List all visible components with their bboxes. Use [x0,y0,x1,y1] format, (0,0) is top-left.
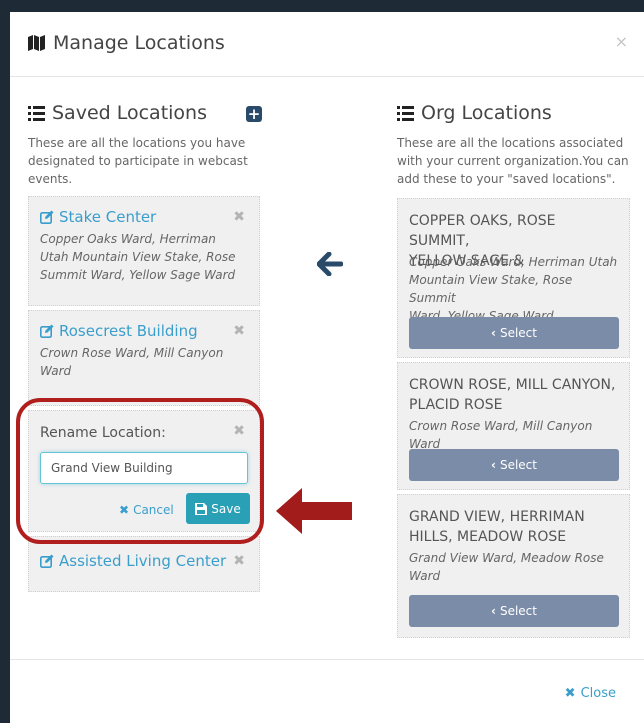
name-line: CROWN ROSE, MILL CANYON, [409,377,616,393]
wards-line: Mountain View Stake, Rose Summit [409,273,573,305]
window-frame-left [0,0,10,723]
manage-locations-modal: Manage Locations × Saved Locations + The… [10,12,644,723]
saved-locations-heading: Saved Locations [28,102,207,124]
edit-icon [40,210,54,224]
name-line: COPPER OAKS, ROSE SUMMIT, [409,213,556,249]
wards-line: Ward [40,364,72,378]
org-locations-heading-text: Org Locations [421,102,552,124]
close-button[interactable]: ✖ Close [565,686,616,701]
description-line: events. [28,172,73,186]
map-icon [28,35,45,51]
list-icon [28,105,45,121]
chevron-left-icon: ‹ [491,326,496,340]
select-location-button[interactable]: ‹ Select [409,317,619,349]
saved-location-wards: Crown Rose Ward, Mill Canyon Ward [40,344,236,380]
description-line: designated to participate in webcast [28,154,248,168]
remove-location-button[interactable]: ✖ [233,209,245,225]
org-location-wards: Grand View Ward, Meadow Rose Ward [409,549,619,585]
saved-location-card: Stake Center ✖ Copper Oaks Ward, Herrima… [28,196,260,306]
org-location-wards: Crown Rose Ward, Mill Canyon Ward [409,417,619,453]
org-location-wards: Copper Oaks Ward, Herriman Utah Mountain… [409,253,619,325]
saved-location-name: Rosecrest Building [59,322,198,340]
org-location-card: CROWN ROSE, MILL CANYON, PLACID ROSE Cro… [397,362,630,490]
modal-close-button[interactable]: × [615,32,628,51]
org-location-name: GRAND VIEW, HERRIMAN HILLS, MEADOW ROSE [409,507,619,547]
saved-location-name-link[interactable]: Assisted Living Center [40,552,226,570]
org-location-card: GRAND VIEW, HERRIMAN HILLS, MEADOW ROSE … [397,494,630,638]
wards-line: Ward [409,569,441,583]
window-frame-top [0,0,644,12]
saved-location-card: Rosecrest Building ✖ Crown Rose Ward, Mi… [28,310,260,406]
wards-line: Copper Oaks Ward, Herriman Utah [409,255,618,269]
saved-location-wards: Copper Oaks Ward, Herriman Utah Mountain… [40,230,236,284]
wards-line: Crown Rose Ward, Mill Canyon Ward [409,419,593,451]
add-location-button[interactable]: + [246,106,262,122]
remove-location-button[interactable]: ✖ [233,553,245,569]
saved-locations-description: These are all the locations you have des… [28,134,258,188]
org-locations-heading: Org Locations [397,102,552,124]
select-location-button[interactable]: ‹ Select [409,449,619,481]
edit-icon [40,324,54,338]
modal-title-text: Manage Locations [53,32,225,54]
wards-line: Grand View Ward, Meadow Rose [409,551,604,565]
name-line: HILLS, MEADOW ROSE [409,529,567,545]
description-line: add these to your "saved locations". [397,172,616,186]
edit-icon [40,554,54,568]
saved-location-name-link[interactable]: Rosecrest Building [40,322,198,340]
org-location-card: COPPER OAKS, ROSE SUMMIT, YELLOW SAGE & … [397,198,630,358]
wards-line: Summit Ward, Yellow Sage Ward [40,268,236,282]
modal-header: Manage Locations × [10,12,644,77]
select-label: Select [499,326,537,340]
highlight-callout [16,398,264,544]
saved-location-name-link[interactable]: Stake Center [40,208,156,226]
select-location-button[interactable]: ‹ Select [409,595,619,627]
chevron-left-icon: ‹ [491,458,496,472]
select-label: Select [499,458,537,472]
description-line: with your current organization.You can [397,154,629,168]
callout-arrow-icon [276,488,352,534]
description-line: These are all the locations associated [397,136,624,150]
close-label: Close [580,686,616,701]
org-locations-description: These are all the locations associated w… [397,134,633,188]
arrow-left-icon [317,252,343,276]
name-line: GRAND VIEW, HERRIMAN [409,509,585,525]
saved-location-name: Assisted Living Center [59,552,227,570]
modal-footer: ✖ Close [10,659,644,724]
name-line: PLACID ROSE [409,397,503,413]
description-line: These are all the locations you have [28,136,246,150]
wards-line: Crown Rose Ward, Mill Canyon [40,346,224,360]
remove-location-button[interactable]: ✖ [233,323,245,339]
saved-locations-heading-text: Saved Locations [52,102,207,124]
modal-title: Manage Locations [28,32,225,54]
wards-line: Utah Mountain View Stake, Rose [40,250,236,264]
select-label: Select [499,604,537,618]
wards-line: Copper Oaks Ward, Herriman [40,232,216,246]
list-icon [397,105,414,121]
chevron-left-icon: ‹ [491,604,496,618]
saved-location-name: Stake Center [59,208,157,226]
org-location-name: CROWN ROSE, MILL CANYON, PLACID ROSE [409,375,619,415]
plus-icon: + [247,105,261,123]
close-icon: ✖ [564,686,576,701]
saved-location-card: Assisted Living Center ✖ [28,536,260,592]
